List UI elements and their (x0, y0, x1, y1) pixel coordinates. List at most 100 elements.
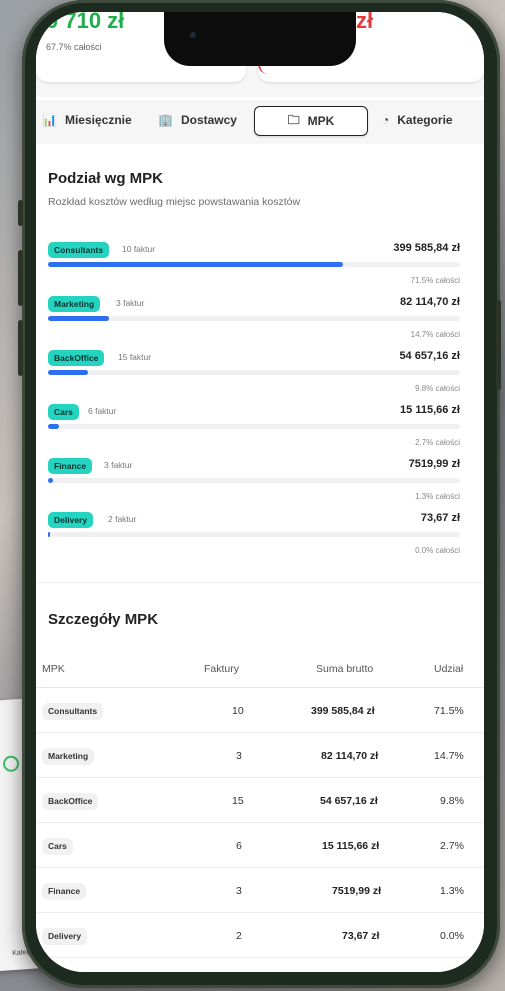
invoice-count: 3 (236, 750, 242, 762)
folder-icon: 🗀 (287, 112, 300, 127)
table-row[interactable]: Marketing 3 82 114,70 zł 14.7% (36, 734, 484, 778)
mpk-tag: BackOffice (42, 793, 99, 810)
mpk-amount: 82 114,70 zł (400, 296, 460, 308)
invoice-count: 3 faktur (104, 460, 133, 470)
mpk-tag: Consultants (42, 703, 104, 720)
mpk-breakdown-panel: Podział wg MPK Rozkład kosztów według mi… (36, 146, 484, 566)
table-row[interactable]: BackOffice 15 54 657,16 zł 9.8% (36, 779, 484, 823)
panel-subtitle: Rozkład kosztów według miejsc powstawani… (48, 196, 301, 208)
power-button (496, 300, 501, 390)
row-divider (36, 732, 484, 733)
progress-track (48, 262, 460, 267)
progress-fill (48, 532, 51, 537)
tab-monthly[interactable]: 📊 Miesięcznie (42, 106, 132, 134)
mpk-share: 0.0% całości (415, 546, 460, 555)
camera-icon (190, 32, 196, 38)
progress-track (48, 424, 460, 429)
panel-title: Podział wg MPK (48, 170, 164, 187)
invoice-count: 15 faktur (118, 352, 152, 362)
income-amount: 0 710 zł (46, 12, 125, 33)
mpk-amount: 73,67 zł (420, 512, 460, 524)
share: 1.3% (440, 885, 464, 897)
mpk-row-delivery[interactable]: Delivery 2 faktur 73,67 zł 0.0% całości (48, 512, 460, 566)
mpk-share: 71.5% całości (410, 276, 460, 285)
progress-fill (48, 262, 343, 267)
invoice-count: 10 faktur (122, 244, 156, 254)
notch (164, 12, 356, 66)
row-divider (36, 867, 484, 868)
mpk-amount: 15 115,66 zł (400, 404, 460, 416)
progress-track (48, 316, 460, 321)
column-header-share: Udział (434, 663, 464, 675)
gross-sum: 15 115,66 zł (322, 840, 380, 852)
share: 71.5% (434, 705, 464, 717)
gross-sum: 7519,99 zł (332, 885, 382, 897)
income-share: 67.7% całości (46, 42, 102, 52)
progress-fill (48, 478, 54, 483)
mpk-tag: Marketing (42, 748, 95, 765)
app-screen: 0 710 zł 67.7% całości zł 📊 Miesięcznie … (36, 12, 484, 972)
table-row[interactable]: Delivery 2 73,67 zł 0.0% (36, 914, 484, 958)
invoice-count: 6 (236, 840, 242, 852)
mpk-row-cars[interactable]: Cars 6 faktur 15 115,66 zł 2.7% całości (48, 404, 460, 458)
expense-amount: zł (356, 12, 374, 33)
mpk-share: 2.7% całości (415, 438, 460, 447)
share: 9.8% (440, 795, 464, 807)
progress-fill (48, 370, 89, 375)
tab-categories[interactable]: ◔ Kategorie (382, 106, 453, 134)
progress-track (48, 478, 460, 483)
volume-down-button (18, 320, 23, 376)
mpk-badge: Consultants (48, 242, 110, 258)
progress-fill (48, 316, 109, 321)
row-divider (36, 912, 484, 913)
mpk-row-consultants[interactable]: Consultants 10 faktur 399 585,84 zł 71.5… (48, 242, 460, 296)
progress-track (48, 370, 460, 375)
mute-switch (18, 200, 23, 226)
mpk-share: 9.8% całości (415, 384, 460, 393)
check-circle-icon (2, 755, 20, 773)
column-header-mpk: MPK (42, 663, 65, 675)
row-divider (36, 957, 484, 958)
gross-sum: 399 585,84 zł (311, 705, 375, 717)
mpk-row-finance[interactable]: Finance 3 faktur 7519,99 zł 1.3% całości (48, 458, 460, 512)
table-row[interactable]: Consultants 10 399 585,84 zł 71.5% (36, 689, 484, 733)
mpk-share: 14.7% całości (410, 330, 460, 339)
row-divider (36, 777, 484, 778)
mpk-badge: Delivery (48, 512, 94, 528)
gross-sum: 73,67 zł (342, 930, 380, 942)
tab-label: Kategorie (397, 113, 453, 127)
mpk-amount: 54 657,16 zł (399, 350, 460, 362)
share: 0.0% (440, 930, 464, 942)
mpk-row-marketing[interactable]: Marketing 3 faktur 82 114,70 zł 14.7% ca… (48, 296, 460, 350)
mpk-details-section: Szczegóły MPK MPK Faktury Suma brutto Ud… (36, 582, 484, 972)
invoice-count: 2 faktur (108, 514, 137, 524)
mpk-row-backoffice[interactable]: BackOffice 15 faktur 54 657,16 zł 9.8% c… (48, 350, 460, 404)
bar-chart-icon: 📊 (42, 113, 57, 127)
share: 2.7% (440, 840, 464, 852)
mpk-badge: Cars (48, 404, 79, 420)
mpk-tag: Cars (42, 838, 73, 855)
gross-sum: 82 114,70 zł (321, 750, 379, 762)
pie-chart-icon: ◔ (382, 113, 390, 127)
invoice-count: 2 (236, 930, 242, 942)
mpk-badge: Finance (48, 458, 93, 474)
tab-mpk[interactable]: 🗀 MPK (254, 106, 368, 136)
mpk-badge: Marketing (48, 296, 101, 312)
row-divider (36, 822, 484, 823)
column-header-gross-sum: Suma brutto (316, 663, 374, 675)
progress-fill (48, 424, 60, 429)
mpk-amount: 399 585,84 zł (393, 242, 460, 254)
details-title: Szczegóły MPK (48, 611, 159, 628)
table-row[interactable]: Cars 6 15 115,66 zł 2.7% (36, 824, 484, 868)
invoice-count: 10 (232, 705, 244, 717)
header-divider (36, 687, 484, 688)
table-row[interactable]: Finance 3 7519,99 zł 1.3% (36, 869, 484, 913)
share: 14.7% (434, 750, 464, 762)
column-header-invoices: Faktury (204, 663, 240, 675)
tab-suppliers[interactable]: 🏢 Dostawcy (158, 106, 237, 134)
invoice-count: 3 (236, 885, 242, 897)
mpk-tag: Delivery (42, 928, 88, 945)
invoice-count: 6 faktur (88, 406, 117, 416)
invoice-count: 3 faktur (116, 298, 145, 308)
tab-label: MPK (307, 114, 335, 128)
